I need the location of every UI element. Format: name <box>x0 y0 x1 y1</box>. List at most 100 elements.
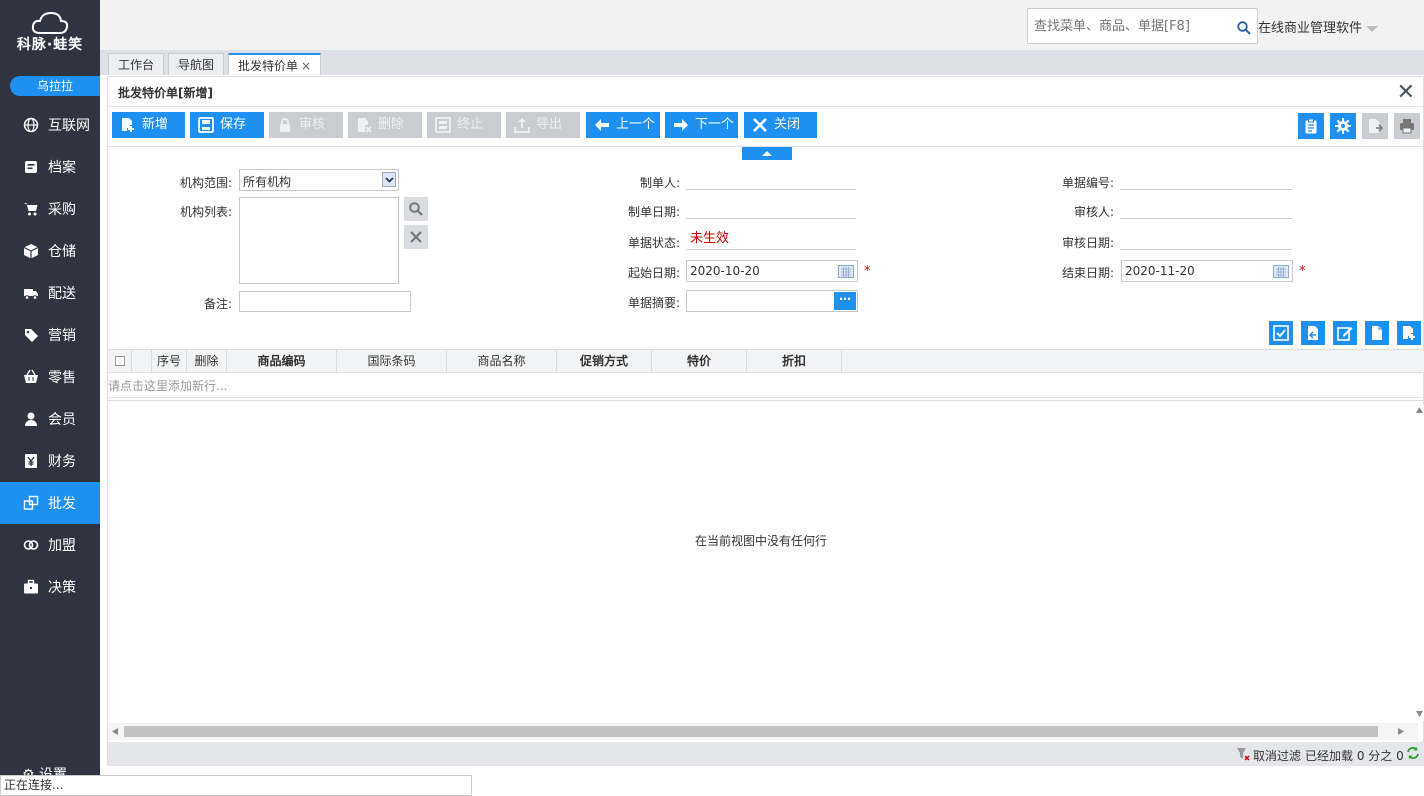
nav-item-internet[interactable]: 互联网 <box>0 104 100 146</box>
column-header[interactable]: 国际条码 <box>337 350 447 373</box>
import-button[interactable] <box>1301 321 1325 345</box>
search-input[interactable] <box>1028 9 1228 43</box>
global-search[interactable] <box>1027 8 1258 44</box>
empty-grid-message: 在当前视图中没有任何行 <box>695 534 828 548</box>
refresh-icon[interactable] <box>1406 746 1420 760</box>
logo: 科脉·蛙笑 <box>0 10 100 60</box>
nav-item-finance[interactable]: 财务 <box>0 440 100 482</box>
horizontal-scrollbar[interactable] <box>108 723 1418 740</box>
end-date-input[interactable]: 2020-11-20 <box>1121 260 1293 282</box>
next-button[interactable]: 下一个 <box>665 112 738 138</box>
org-clear-button[interactable] <box>404 225 428 249</box>
column-header[interactable]: 删除 <box>187 350 227 373</box>
approve-button[interactable]: 审核 <box>269 112 343 138</box>
summary-input[interactable]: ⋯ <box>686 290 858 312</box>
nav-label: 财务 <box>48 454 76 470</box>
column-header[interactable]: 商品名称 <box>447 350 557 373</box>
panel-title: 批发特价单[新增] <box>108 77 1423 107</box>
scroll-thumb[interactable] <box>124 726 1378 737</box>
nav-item-decision[interactable]: 决策 <box>0 566 100 608</box>
calendar-icon[interactable] <box>1273 264 1289 278</box>
nav-label: 营销 <box>48 328 76 344</box>
nav-label: 配送 <box>48 286 76 302</box>
new-doc-icon <box>122 118 134 132</box>
add-row-button[interactable] <box>1397 321 1421 345</box>
edit-button[interactable] <box>1333 321 1357 345</box>
nav-item-retail[interactable]: 零售 <box>0 356 100 398</box>
doc-button[interactable] <box>1365 321 1389 345</box>
save-button[interactable]: 保存 <box>190 112 264 138</box>
briefcase-icon <box>22 578 40 596</box>
arrow-left-icon <box>595 119 609 131</box>
select-all-button[interactable] <box>1269 321 1293 345</box>
vertical-scrollbar[interactable] <box>1414 405 1424 721</box>
scroll-up-icon[interactable] <box>1416 407 1423 413</box>
delete-button[interactable]: 删除 <box>348 112 422 138</box>
tab-wholesale-special-price[interactable]: 批发特价单 × <box>228 53 322 75</box>
nav-label: 批发 <box>48 496 76 512</box>
user-badge[interactable]: 乌拉拉 <box>10 76 100 96</box>
remark-input[interactable] <box>239 291 411 312</box>
caret-down-icon <box>1366 25 1379 32</box>
app-name-menu[interactable]: 在线商业管理软件 <box>1258 17 1379 36</box>
search-icon[interactable] <box>1237 21 1251 38</box>
close-button[interactable]: 关闭 <box>744 112 817 138</box>
more-icon[interactable]: ⋯ <box>834 292 856 310</box>
filter-clear-icon[interactable] <box>1236 747 1250 761</box>
column-header[interactable]: 特价 <box>652 350 747 373</box>
printer-icon <box>1400 119 1414 134</box>
cancel-filter-link[interactable]: 取消过滤 <box>1253 747 1301 764</box>
column-header[interactable]: 促销方式 <box>557 350 652 373</box>
start-date-input[interactable]: 2020-10-20 <box>686 260 858 282</box>
scroll-left-icon[interactable] <box>112 728 118 735</box>
nav-item-distribution[interactable]: 配送 <box>0 272 100 314</box>
nav-item-wholesale[interactable]: 批发 <box>0 482 100 524</box>
tab-navigation[interactable]: 导航图 <box>168 53 225 75</box>
header-checkbox[interactable] <box>108 350 132 373</box>
nav-item-franchise[interactable]: 加盟 <box>0 524 100 566</box>
clipboard-button[interactable] <box>1298 113 1324 139</box>
gear-icon <box>1335 118 1351 134</box>
checkbox-icon[interactable] <box>114 356 125 366</box>
settings-button[interactable] <box>1330 113 1356 139</box>
close-x-icon <box>753 118 767 132</box>
tab-workbench[interactable]: 工作台 <box>108 53 165 75</box>
add-new-row[interactable]: 请点击这里添加新行... <box>108 374 1424 398</box>
checkbox-checked-icon <box>1273 325 1289 341</box>
stop-button[interactable]: 终止 <box>427 112 501 138</box>
org-search-button[interactable] <box>404 197 428 221</box>
collapse-toggle[interactable] <box>742 147 792 160</box>
app-name: 在线商业管理软件 <box>1258 21 1363 36</box>
column-header[interactable]: 折扣 <box>747 350 842 373</box>
nav-item-member[interactable]: 会员 <box>0 398 100 440</box>
required-mark: * <box>1299 264 1306 279</box>
nav-item-archive[interactable]: 档案 <box>0 146 100 188</box>
column-header[interactable]: 序号 <box>152 350 187 373</box>
calendar-icon[interactable] <box>838 264 854 278</box>
delete-doc-icon <box>358 118 372 133</box>
scroll-right-icon[interactable] <box>1398 728 1404 735</box>
approver-label: 审核人: <box>1073 205 1114 219</box>
export-doc-button[interactable] <box>1362 113 1388 139</box>
export-button[interactable]: 导出 <box>506 112 580 138</box>
print-button[interactable] <box>1394 113 1420 139</box>
clear-x-icon <box>410 231 422 243</box>
column-header[interactable]: 商品编码 <box>227 350 337 373</box>
nav-item-warehouse[interactable]: 仓储 <box>0 230 100 272</box>
nav-item-marketing[interactable]: 营销 <box>0 314 100 356</box>
button-label: 终止 <box>457 117 484 132</box>
org-list-box[interactable] <box>239 197 399 284</box>
nav-item-purchase[interactable]: 采购 <box>0 188 100 230</box>
chevron-up-icon <box>762 151 772 156</box>
archive-icon <box>22 158 40 176</box>
chevron-down-icon[interactable] <box>382 172 396 187</box>
org-scope-value: 所有机构 <box>243 175 292 189</box>
tab-close-icon[interactable]: × <box>301 59 311 73</box>
scroll-down-icon[interactable] <box>1416 711 1423 717</box>
org-scope-select[interactable]: 所有机构 <box>239 169 399 191</box>
close-icon[interactable]: ✕ <box>1397 82 1415 104</box>
add-doc-icon <box>1403 326 1415 340</box>
new-button[interactable]: 新增 <box>112 112 185 138</box>
previous-button[interactable]: 上一个 <box>586 112 660 138</box>
document-panel: 批发特价单[新增] ✕ 新增 保存 审核 删除 终止 导出 上一个 下一个 关闭… <box>107 76 1424 766</box>
